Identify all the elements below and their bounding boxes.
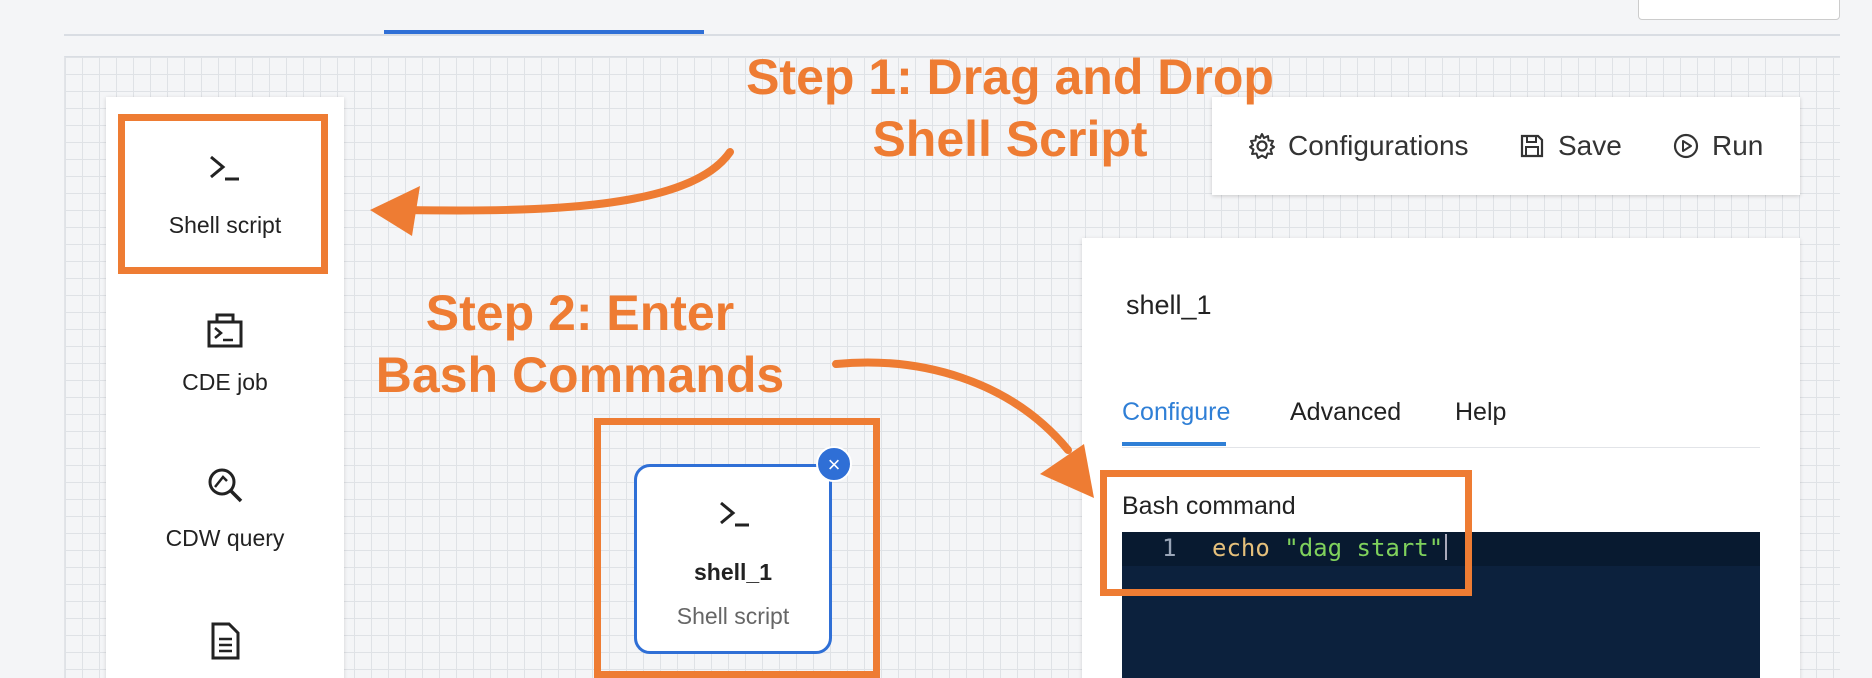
step2-line2: Bash Commands <box>375 347 785 403</box>
node-remove-button[interactable]: × <box>816 446 852 482</box>
run-label: Run <box>1712 130 1764 161</box>
tab-advanced[interactable]: Advanced <box>1290 398 1401 427</box>
palette-item-shell-script[interactable]: Shell script <box>106 97 344 247</box>
step1-line2: Shell Script <box>872 111 1148 167</box>
palette-item-cdw-query[interactable]: CDW query <box>106 397 344 551</box>
save-button[interactable]: Save <box>1518 126 1622 166</box>
terminal-icon <box>720 501 749 527</box>
step1-line1: Step 1: Drag and Drop <box>746 49 1274 105</box>
cde-job-icon <box>207 313 243 348</box>
bash-command-editor[interactable]: 1 echo "dag start" <box>1122 532 1760 678</box>
operator-palette: Shell script CDE job CDW query <box>106 97 344 678</box>
tab-configure[interactable]: Configure <box>1122 398 1230 427</box>
tab-help[interactable]: Help <box>1455 398 1506 427</box>
save-label: Save <box>1558 130 1622 161</box>
code-line[interactable]: echo "dag start" <box>1212 534 1448 562</box>
play-circle-icon <box>1673 133 1699 159</box>
top-tab-strip <box>0 0 1872 36</box>
panel-title: shell_1 <box>1126 290 1212 320</box>
workflow-editor-page: Shell script CDE job CDW query Configura… <box>0 0 1872 678</box>
palette-item-label: Shell script <box>168 212 282 238</box>
step2-annotation: Step 2: Enter Bash Commands <box>340 282 820 406</box>
document-icon <box>211 622 240 660</box>
line-number: 1 <box>1162 534 1177 562</box>
step1-annotation: Step 1: Drag and Drop Shell Script <box>690 46 1330 170</box>
properties-panel: shell_1 Configure Advanced Help Bash com… <box>1082 238 1800 678</box>
node-name: shell_1 <box>694 559 772 585</box>
active-tab-indicator <box>384 30 704 34</box>
node-type: Shell script <box>676 603 790 629</box>
tab-strip-divider <box>64 34 1840 36</box>
palette-item-document[interactable] <box>106 547 344 678</box>
palette-item-cde-job[interactable]: CDE job <box>106 247 344 397</box>
save-icon <box>1520 134 1544 158</box>
top-right-control[interactable] <box>1638 0 1840 20</box>
code-keyword: echo <box>1212 534 1270 562</box>
panel-tabs: Configure Advanced Help <box>1122 398 1760 448</box>
dag-node-shell-1[interactable]: shell_1 Shell script <box>634 464 832 654</box>
palette-item-label: CDE job <box>182 369 268 395</box>
text-cursor <box>1445 534 1448 560</box>
run-button[interactable]: Run <box>1672 126 1763 166</box>
query-search-icon <box>208 468 243 503</box>
terminal-icon <box>210 155 239 181</box>
step2-line1: Step 2: Enter <box>425 285 735 341</box>
active-tab-underline <box>1122 442 1226 446</box>
code-string: "dag start" <box>1284 534 1444 562</box>
bash-command-label: Bash command <box>1122 492 1296 520</box>
